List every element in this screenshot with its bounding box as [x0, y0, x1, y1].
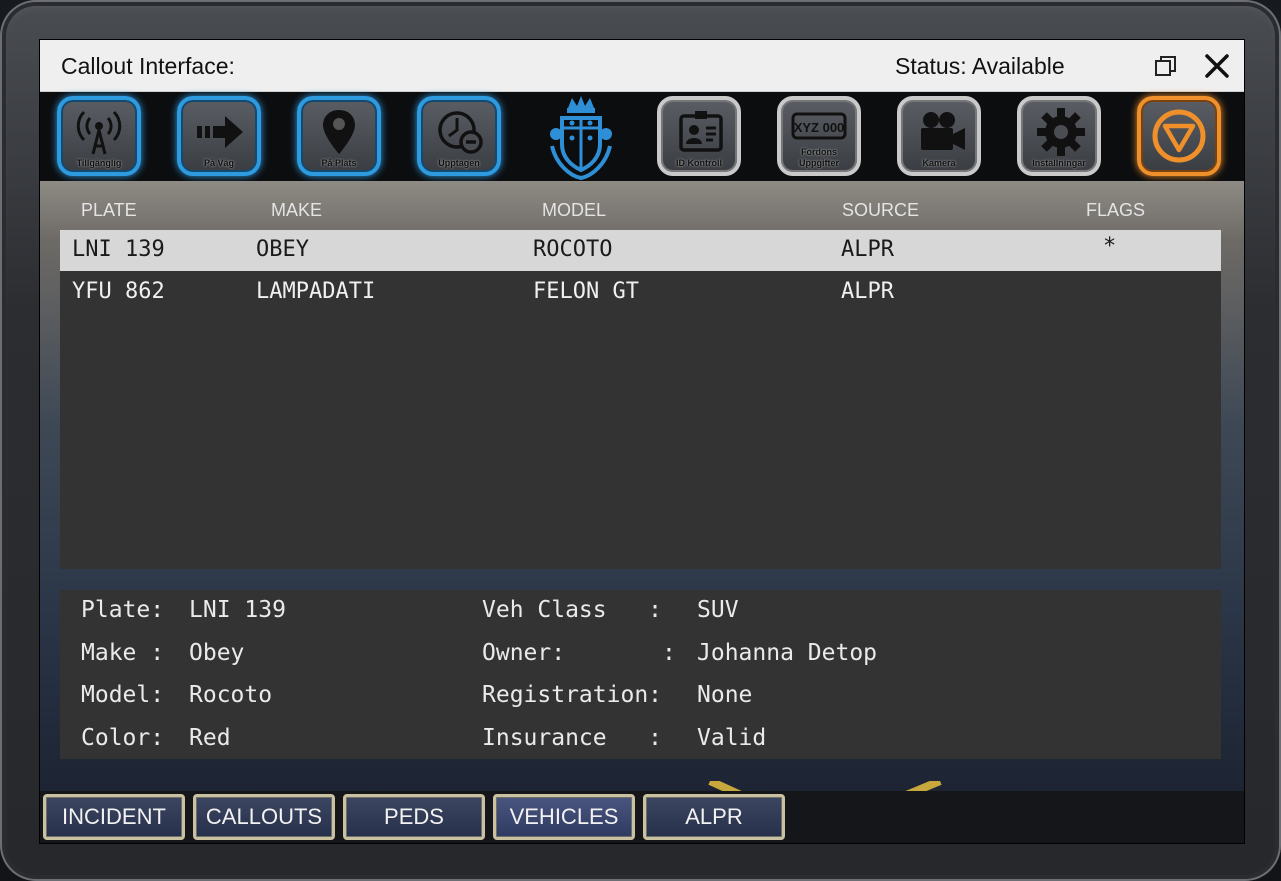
bottom-tab-bar: INCIDENT CALLOUTS PEDS VEHICLES ALPR	[40, 791, 1244, 843]
detail-color-value: Red	[189, 725, 231, 751]
detail-insurance-label: Insurance :	[482, 725, 676, 751]
map-pin-icon	[323, 110, 355, 154]
tab-callouts[interactable]: CALLOUTS	[193, 794, 335, 840]
detail-plate-value: LNI 139	[189, 597, 286, 623]
detail-vehclass-label: Veh Class :	[482, 597, 676, 623]
toolbar-label: ID Kontroll	[676, 158, 722, 168]
detail-color-label: Color:	[81, 725, 178, 751]
cell-model: ROCOTO	[533, 237, 613, 262]
toolbar: Tillgänglig På Väg På Plats Upptagen ID …	[40, 92, 1244, 181]
cell-flags: *	[1103, 234, 1117, 259]
column-header-flags: FLAGS	[1086, 200, 1146, 220]
title-bar: Callout Interface: Status: Available	[40, 40, 1244, 92]
detail-registration-value: None	[697, 682, 753, 708]
toolbar-button-pa-vag[interactable]: På Väg	[177, 96, 261, 176]
tab-vehicles[interactable]: VEHICLES	[493, 794, 635, 840]
window-title: Callout Interface:	[61, 53, 235, 79]
toolbar-button-installningar[interactable]: Inställningar	[1017, 96, 1101, 176]
callout-screen: Callout Interface: Status: Available Til…	[39, 39, 1245, 844]
detail-owner-value: Johanna Detop	[697, 640, 878, 666]
toolbar-label: På Väg	[203, 158, 234, 168]
restore-icon[interactable]	[1154, 54, 1178, 78]
table-row[interactable]: LNI 139 OBEY ROCOTO ALPR *	[60, 230, 1221, 271]
toolbar-label: Inställningar	[1032, 158, 1086, 168]
vehicle-table-header: PLATE MAKE MODEL SOURCE FLAGS	[60, 200, 1220, 230]
column-header-make: MAKE	[271, 200, 323, 220]
detail-plate-label: Plate:	[81, 597, 178, 623]
police-crest-icon	[550, 96, 612, 180]
toolbar-button-tillganglig[interactable]: Tillgänglig	[57, 96, 141, 176]
toolbar-label: På Plats	[321, 158, 357, 168]
video-camera-icon	[921, 112, 965, 150]
cell-source: ALPR	[841, 279, 894, 304]
cell-model: FELON GT	[533, 279, 639, 304]
detail-registration-label: Registration:	[482, 682, 676, 708]
table-row[interactable]: YFU 862 LAMPADATI FELON GT ALPR	[60, 272, 1221, 313]
cell-source: ALPR	[841, 237, 894, 262]
column-header-model: MODEL	[542, 200, 607, 220]
cell-plate: LNI 139	[72, 237, 165, 262]
radio-signal-icon	[76, 110, 122, 155]
close-icon[interactable]	[1203, 52, 1231, 80]
arrow-right-icon	[197, 116, 243, 148]
detail-owner-label: Owner: :	[482, 640, 690, 666]
gear-icon	[1037, 108, 1085, 156]
toolbar-button-pa-plats[interactable]: På Plats	[297, 96, 381, 176]
tab-incident[interactable]: INCIDENT	[43, 794, 185, 840]
toolbar-button-upptagen[interactable]: Upptagen	[417, 96, 501, 176]
tab-alpr[interactable]: ALPR	[643, 794, 785, 840]
detail-model-label: Model:	[81, 682, 178, 708]
tab-peds[interactable]: PEDS	[343, 794, 485, 840]
clock-busy-icon	[438, 111, 483, 154]
toolbar-label: Upptagen	[438, 158, 480, 168]
column-header-plate: PLATE	[81, 200, 137, 220]
plate-text: XYZ 000	[794, 120, 845, 135]
detail-vehclass-value: SUV	[697, 597, 739, 623]
toolbar-button-panic[interactable]	[1137, 96, 1221, 176]
toolbar-label: Kamera	[922, 158, 956, 168]
toolbar-button-id-kontroll[interactable]: ID Kontroll	[657, 96, 741, 176]
column-header-source: SOURCE	[842, 200, 920, 220]
detail-make-label: Make :	[81, 640, 178, 666]
cell-make: LAMPADATI	[256, 279, 376, 304]
panic-triangle-icon	[1152, 109, 1206, 163]
cell-plate: YFU 862	[72, 279, 165, 304]
toolbar-label: Tillgänglig	[76, 158, 122, 168]
vehicle-details-panel: Plate: LNI 139 Make : Obey Model: Rocoto…	[60, 590, 1221, 759]
toolbar-button-fordons-uppgifter[interactable]: XYZ 000 Fordons Uppgifter	[777, 96, 861, 176]
cell-make: OBEY	[256, 237, 309, 262]
status-text: Status: Available	[895, 53, 1065, 79]
detail-model-value: Rocoto	[189, 682, 273, 708]
detail-make-value: Obey	[189, 640, 245, 666]
vehicle-table: LNI 139 OBEY ROCOTO ALPR * YFU 862 LAMPA…	[60, 230, 1221, 569]
id-card-icon	[679, 111, 723, 152]
license-plate-icon: XYZ 000	[791, 112, 847, 140]
toolbar-button-kamera[interactable]: Kamera	[897, 96, 981, 176]
detail-insurance-value: Valid	[697, 725, 767, 751]
toolbar-label: Fordons Uppgifter	[799, 147, 839, 168]
